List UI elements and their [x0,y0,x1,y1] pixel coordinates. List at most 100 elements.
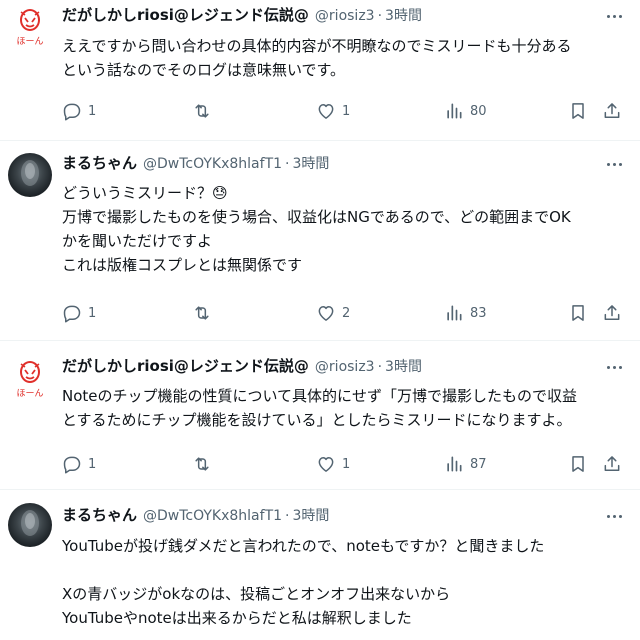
display-name[interactable]: だがしかしriosi@レジェンド伝説@ [62,355,309,376]
dot-icon [618,514,622,518]
like-count: 2 [342,305,351,321]
view-count: 80 [470,103,487,119]
share-button[interactable] [602,99,622,123]
tweet-text: YouTubeが投げ銭ダメだと言われたので、noteもですか？と聞きました Xの… [62,534,632,630]
user-handle[interactable]: @riosiz3 [315,8,375,24]
bookmark-button[interactable] [568,301,588,325]
more-options-button[interactable] [602,357,626,377]
retweet-button[interactable] [192,452,218,476]
dot-icon [612,162,616,166]
separator: · [285,508,290,524]
like-count: 1 [342,103,351,119]
user-handle[interactable]: @DwTcOYKx8hlafT1 [143,508,282,524]
view-count: 83 [470,305,487,321]
bookmark-button[interactable] [568,99,588,123]
reply-button[interactable]: 1 [62,99,96,123]
tweet-header: だがしかしriosi@レジェンド伝説@ @riosiz3 · 3時間 [62,4,422,28]
divider [0,140,640,141]
svg-text:ほーん: ほーん [16,388,43,399]
views-button[interactable]: 83 [444,301,487,325]
timestamp[interactable]: 3時間 [292,153,329,173]
divider [0,340,640,341]
bookmark-icon [572,456,584,472]
tweet-header: まるちゃん @DwTcOYKx8hlafT1 · 3時間 [62,152,329,176]
like-button[interactable]: 2 [316,301,350,325]
bar-chart-icon [447,305,462,321]
tweet-text-line: Xの青バッジがokなのは、投稿ごとオンオフ出来ないから [62,585,451,603]
share-icon [604,305,620,320]
tweet-text-line: という話なのでそのログは意味無いです。 [62,61,346,79]
reply-button[interactable]: 1 [62,301,96,325]
tweet-text-line: YouTubeやnoteは出来るからだと私は解釈しました [62,609,412,627]
avatar[interactable] [8,153,52,197]
retweet-icon [195,457,209,471]
heart-icon [318,104,334,119]
tweet-text-line: ええですから問い合わせの具体的内容が不明瞭なのでミスリードも十分ある [62,37,572,55]
reply-icon [63,305,81,323]
tweet: ほーん だがしかしriosi@レジェンド伝説@ @riosiz3 · 3時間 え… [0,0,640,150]
share-button[interactable] [602,301,622,325]
bookmark-button[interactable] [568,452,588,476]
timestamp[interactable]: 3時間 [385,5,422,25]
more-options-button[interactable] [602,154,626,174]
view-count: 87 [470,456,487,472]
timestamp[interactable]: 3時間 [292,505,329,525]
dot-icon [612,14,616,18]
user-handle[interactable]: @riosiz3 [315,359,375,375]
tweet-text-line: かを聞いただけですよ [62,232,213,250]
like-count: 1 [342,456,351,472]
timestamp[interactable]: 3時間 [385,356,422,376]
dark-photo-icon [21,160,39,186]
reply-icon [63,456,81,474]
hoon-logo-icon: ほーん [16,9,44,47]
more-options-button[interactable] [602,506,626,526]
reply-count: 1 [88,305,97,321]
bookmark-icon [572,305,584,321]
tweet-actions: 1 2 83 [62,301,620,325]
avatar[interactable]: ほーん [8,6,52,50]
tweet: ほーん だがしかしriosi@レジェンド伝説@ @riosiz3 · 3時間 N… [0,352,640,492]
retweet-icon [195,104,209,118]
reply-count: 1 [88,103,97,119]
tweet-text-line: 万博で撮影したものを使う場合、収益化はNGであるので、どの範囲までOK [62,208,571,226]
separator: · [285,156,290,172]
user-handle[interactable]: @DwTcOYKx8hlafT1 [143,156,282,172]
share-button[interactable] [602,452,622,476]
separator: · [377,359,383,375]
reply-button[interactable]: 1 [62,452,96,476]
heart-icon [318,457,334,472]
separator: · [377,8,383,24]
dot-icon [606,365,610,369]
share-icon [604,103,620,118]
more-options-button[interactable] [602,6,626,26]
tweet-text-line: どういうミスリード？😓 [62,184,228,202]
tweet-text: Noteのチップ機能の性質について具体的にせず「万博で撮影したもので収益 とする… [62,384,632,432]
like-button[interactable]: 1 [316,99,350,123]
retweet-button[interactable] [192,99,218,123]
tweet-text-line: とするためにチップ機能を設けている」としたらミスリードになりますよ。 [62,411,572,429]
tweet: まるちゃん @DwTcOYKx8hlafT1 · 3時間 YouTubeが投げ銭… [0,500,640,640]
reply-icon [63,103,81,121]
display-name[interactable]: まるちゃん [62,152,137,173]
dot-icon [606,514,610,518]
dark-photo-icon [21,510,39,536]
dot-icon [606,162,610,166]
tweet-text-line: Noteのチップ機能の性質について具体的にせず「万博で撮影したもので収益 [62,387,578,405]
dot-icon [606,14,610,18]
views-button[interactable]: 80 [444,99,487,123]
tweet-text: ええですから問い合わせの具体的内容が不明瞭なのでミスリードも十分ある という話な… [62,34,632,82]
dot-icon [618,365,622,369]
hoon-logo-icon: ほーん [16,361,44,399]
dot-icon [618,162,622,166]
views-button[interactable]: 87 [444,452,487,476]
tweet-header: だがしかしriosi@レジェンド伝説@ @riosiz3 · 3時間 [62,355,422,379]
avatar[interactable]: ほーん [8,358,52,402]
display-name[interactable]: まるちゃん [62,504,137,525]
display-name[interactable]: だがしかしriosi@レジェンド伝説@ [62,4,309,25]
retweet-button[interactable] [192,301,218,325]
avatar[interactable] [8,503,52,547]
reply-count: 1 [88,456,97,472]
bar-chart-icon [447,103,462,119]
tweet-text-line: YouTubeが投げ銭ダメだと言われたので、noteもですか？と聞きました [62,537,545,555]
like-button[interactable]: 1 [316,452,350,476]
